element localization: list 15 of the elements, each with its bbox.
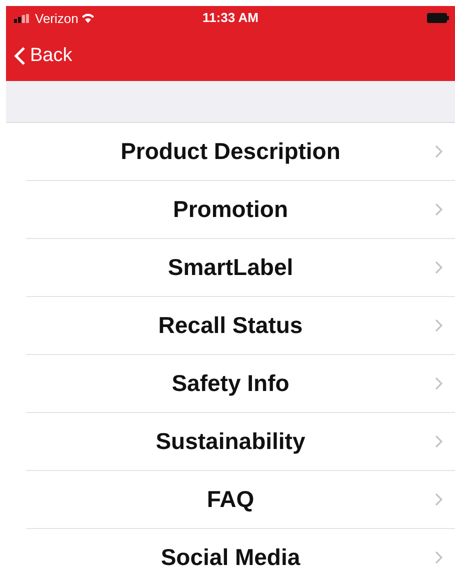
chevron-right-icon (435, 145, 443, 158)
chevron-right-icon (435, 377, 443, 390)
battery-icon (427, 13, 449, 23)
chevron-left-icon (14, 46, 26, 66)
signal-icon (14, 14, 32, 22)
chevron-right-icon (435, 261, 443, 274)
chevron-right-icon (435, 493, 443, 506)
wifi-icon (81, 13, 96, 23)
carrier-name: Verizon (35, 10, 78, 26)
chevron-right-icon (435, 551, 443, 564)
chevron-right-icon (435, 435, 443, 448)
status-time: 11:33 AM (202, 10, 258, 25)
chevron-right-icon (435, 319, 443, 332)
back-button[interactable]: Back (14, 44, 72, 66)
chevron-right-icon (435, 203, 443, 216)
